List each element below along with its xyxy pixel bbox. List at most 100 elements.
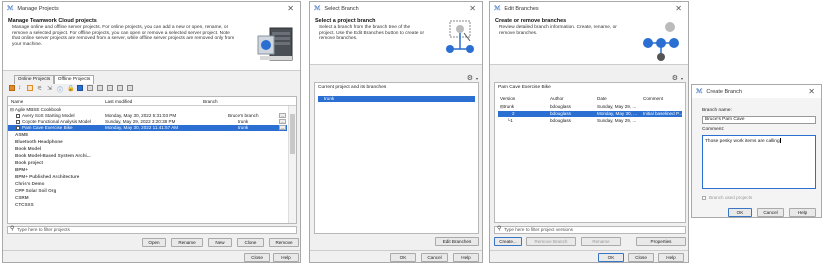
project-icon bbox=[16, 119, 20, 124]
close-icon[interactable]: ✕ bbox=[808, 87, 815, 96]
close-icon[interactable]: ✕ bbox=[675, 4, 682, 13]
permissions-icon[interactable] bbox=[87, 85, 93, 91]
list-item[interactable]: Chris's Demo bbox=[15, 181, 287, 187]
ok-button[interactable]: OK bbox=[390, 253, 416, 262]
cancel-button[interactable]: Cancel bbox=[757, 208, 784, 217]
title-bar: ℳ Create Branch ✕ bbox=[692, 85, 821, 98]
project-icon bbox=[16, 113, 20, 118]
open-button[interactable]: Open bbox=[142, 238, 166, 247]
app-logo-icon: ℳ bbox=[314, 6, 321, 12]
app-logo-icon: ℳ bbox=[7, 6, 14, 12]
view-tree-icon[interactable] bbox=[9, 85, 15, 91]
lock-icon[interactable]: 🔒 bbox=[67, 85, 74, 92]
rename-button[interactable]: Rename bbox=[171, 238, 203, 247]
footer-divider bbox=[310, 250, 482, 251]
remove-button[interactable]: Remove bbox=[269, 238, 299, 247]
settings-gear-icon[interactable]: ⚙ bbox=[467, 74, 473, 82]
branch-name-label: Branch name: bbox=[702, 108, 732, 113]
import-icon[interactable] bbox=[77, 85, 83, 91]
col-comment-header[interactable]: Comment bbox=[643, 96, 663, 101]
rename-button[interactable]: Rename bbox=[581, 237, 621, 246]
help-button[interactable]: Help bbox=[789, 208, 816, 217]
tab-online-projects[interactable]: Online Projects bbox=[14, 75, 54, 84]
sort-icon[interactable]: ↕ bbox=[18, 85, 24, 91]
list-item[interactable]: Book Model bbox=[15, 146, 287, 152]
dropdown-chevron-icon[interactable]: ▾ bbox=[681, 76, 683, 81]
edit-branches-button[interactable]: Edit Branches bbox=[435, 237, 479, 246]
projects-toolbar: ↕ ⚟ ⇲ ⓘ 🔒 bbox=[7, 85, 207, 94]
table-row[interactable]: ⊟trunk bdouglass Sunday, May 29, ... bbox=[498, 104, 682, 110]
categories-icon[interactable] bbox=[117, 85, 123, 91]
list-item[interactable]: Bluetooth Headphone bbox=[15, 139, 287, 145]
filter-projects-input[interactable]: ⚲ Type here to filter projects bbox=[7, 226, 297, 234]
expand-icon[interactable] bbox=[27, 85, 33, 91]
close-button[interactable]: Close bbox=[244, 253, 270, 262]
properties-icon[interactable] bbox=[127, 85, 133, 91]
table-row-selected[interactable]: 2 bdouglass Monday, May 30, ... Initial … bbox=[498, 111, 682, 117]
versions-table: Pam Cave Exercise Bike Version Author Da… bbox=[494, 82, 686, 223]
help-button[interactable]: Help bbox=[273, 253, 299, 262]
table-row[interactable]: └1 bdouglass Sunday, May 29, ... bbox=[498, 118, 682, 124]
clone-button[interactable]: Clone bbox=[237, 238, 264, 247]
title-bar: ℳ Edit Branches ✕ bbox=[490, 2, 688, 15]
list-item[interactable]: Book Model-Based System Archi... bbox=[15, 153, 287, 159]
help-button[interactable]: Help bbox=[658, 253, 684, 262]
collapse-icon[interactable]: ⇲ bbox=[47, 85, 53, 92]
cancel-button[interactable]: Cancel bbox=[421, 253, 448, 262]
table-row-selected[interactable]: Pam Cave Exercise Bike Monday, May 30, 2… bbox=[8, 125, 287, 131]
col-author-header[interactable]: Author bbox=[550, 96, 564, 101]
create-button[interactable]: Create... bbox=[494, 237, 522, 246]
project-icon bbox=[16, 125, 20, 130]
col-name-header[interactable]: Name bbox=[11, 99, 23, 104]
title-bar: ℳ Manage Projects ✕ bbox=[3, 2, 300, 15]
col-version-header[interactable]: Version bbox=[500, 96, 515, 101]
filter-versions-input[interactable]: ⚲ Type here to filter project versions bbox=[494, 226, 686, 234]
filter-icon[interactable]: ⚟ bbox=[37, 85, 43, 92]
comment-textarea[interactable]: Those pesky work items are calling bbox=[702, 135, 816, 189]
app-logo-icon: ℳ bbox=[696, 89, 703, 95]
table-header: Version Author Date Comment bbox=[498, 96, 682, 103]
settings-gear-icon[interactable]: ⚙ bbox=[672, 74, 678, 82]
scroll-thumb[interactable] bbox=[290, 114, 295, 154]
users-icon[interactable] bbox=[107, 85, 113, 91]
more-button[interactable]: … bbox=[279, 119, 286, 124]
col-modified-header[interactable]: Last modified bbox=[105, 99, 132, 104]
list-item[interactable]: CSRM bbox=[15, 195, 287, 201]
new-button[interactable]: New bbox=[208, 238, 232, 247]
header-description: Select a branch from the branch tree of … bbox=[319, 25, 425, 42]
footer-divider bbox=[3, 250, 300, 251]
more-button[interactable]: … bbox=[279, 125, 286, 130]
list-item[interactable]: BPM+ Published Architecture bbox=[15, 174, 287, 180]
ok-button[interactable]: OK bbox=[598, 253, 624, 262]
tab-offline-projects[interactable]: Offline Projects bbox=[54, 75, 94, 84]
header-title: Create or remove branches bbox=[495, 18, 567, 24]
more-button[interactable]: … bbox=[279, 113, 286, 118]
branch-name-input[interactable]: Bruce's Pam Cave bbox=[702, 116, 816, 124]
list-item[interactable]: CPP Solar Soil Org bbox=[15, 188, 287, 194]
project-label: Pam Cave Exercise Bike bbox=[498, 85, 551, 90]
info-icon[interactable]: ⓘ bbox=[57, 85, 63, 94]
branch-used-projects-checkbox[interactable] bbox=[702, 196, 706, 200]
col-date-header[interactable]: Date bbox=[597, 96, 607, 101]
window-title: Select Branch bbox=[324, 5, 359, 12]
help-button[interactable]: Help bbox=[453, 253, 479, 262]
close-icon[interactable]: ✕ bbox=[469, 4, 476, 13]
remove-branch-button[interactable]: Remove Branch bbox=[526, 237, 576, 246]
dialog-header: Create or remove branches Review detaile… bbox=[490, 15, 688, 65]
window-title: Manage Projects bbox=[17, 5, 59, 12]
dropdown-chevron-icon[interactable]: ▾ bbox=[476, 76, 478, 81]
list-item[interactable]: Book project bbox=[15, 160, 287, 166]
collapse-tree-icon[interactable]: ⊟ bbox=[10, 107, 14, 112]
close-button[interactable]: Close bbox=[628, 253, 654, 262]
window-title: Create Branch bbox=[706, 88, 742, 95]
tree-item-trunk[interactable]: trunk bbox=[318, 96, 475, 102]
close-icon[interactable]: ✕ bbox=[287, 4, 294, 13]
vertical-scrollbar[interactable] bbox=[288, 106, 296, 223]
properties-button[interactable]: Properties bbox=[636, 237, 686, 246]
list-item[interactable]: ASME bbox=[15, 132, 287, 138]
list-item[interactable]: BPM+ bbox=[15, 167, 287, 173]
ok-button[interactable]: OK bbox=[728, 208, 752, 217]
col-branch-header[interactable]: Branch bbox=[203, 99, 218, 104]
history-icon[interactable] bbox=[97, 85, 103, 91]
list-item[interactable]: CTCSXS bbox=[15, 202, 287, 208]
